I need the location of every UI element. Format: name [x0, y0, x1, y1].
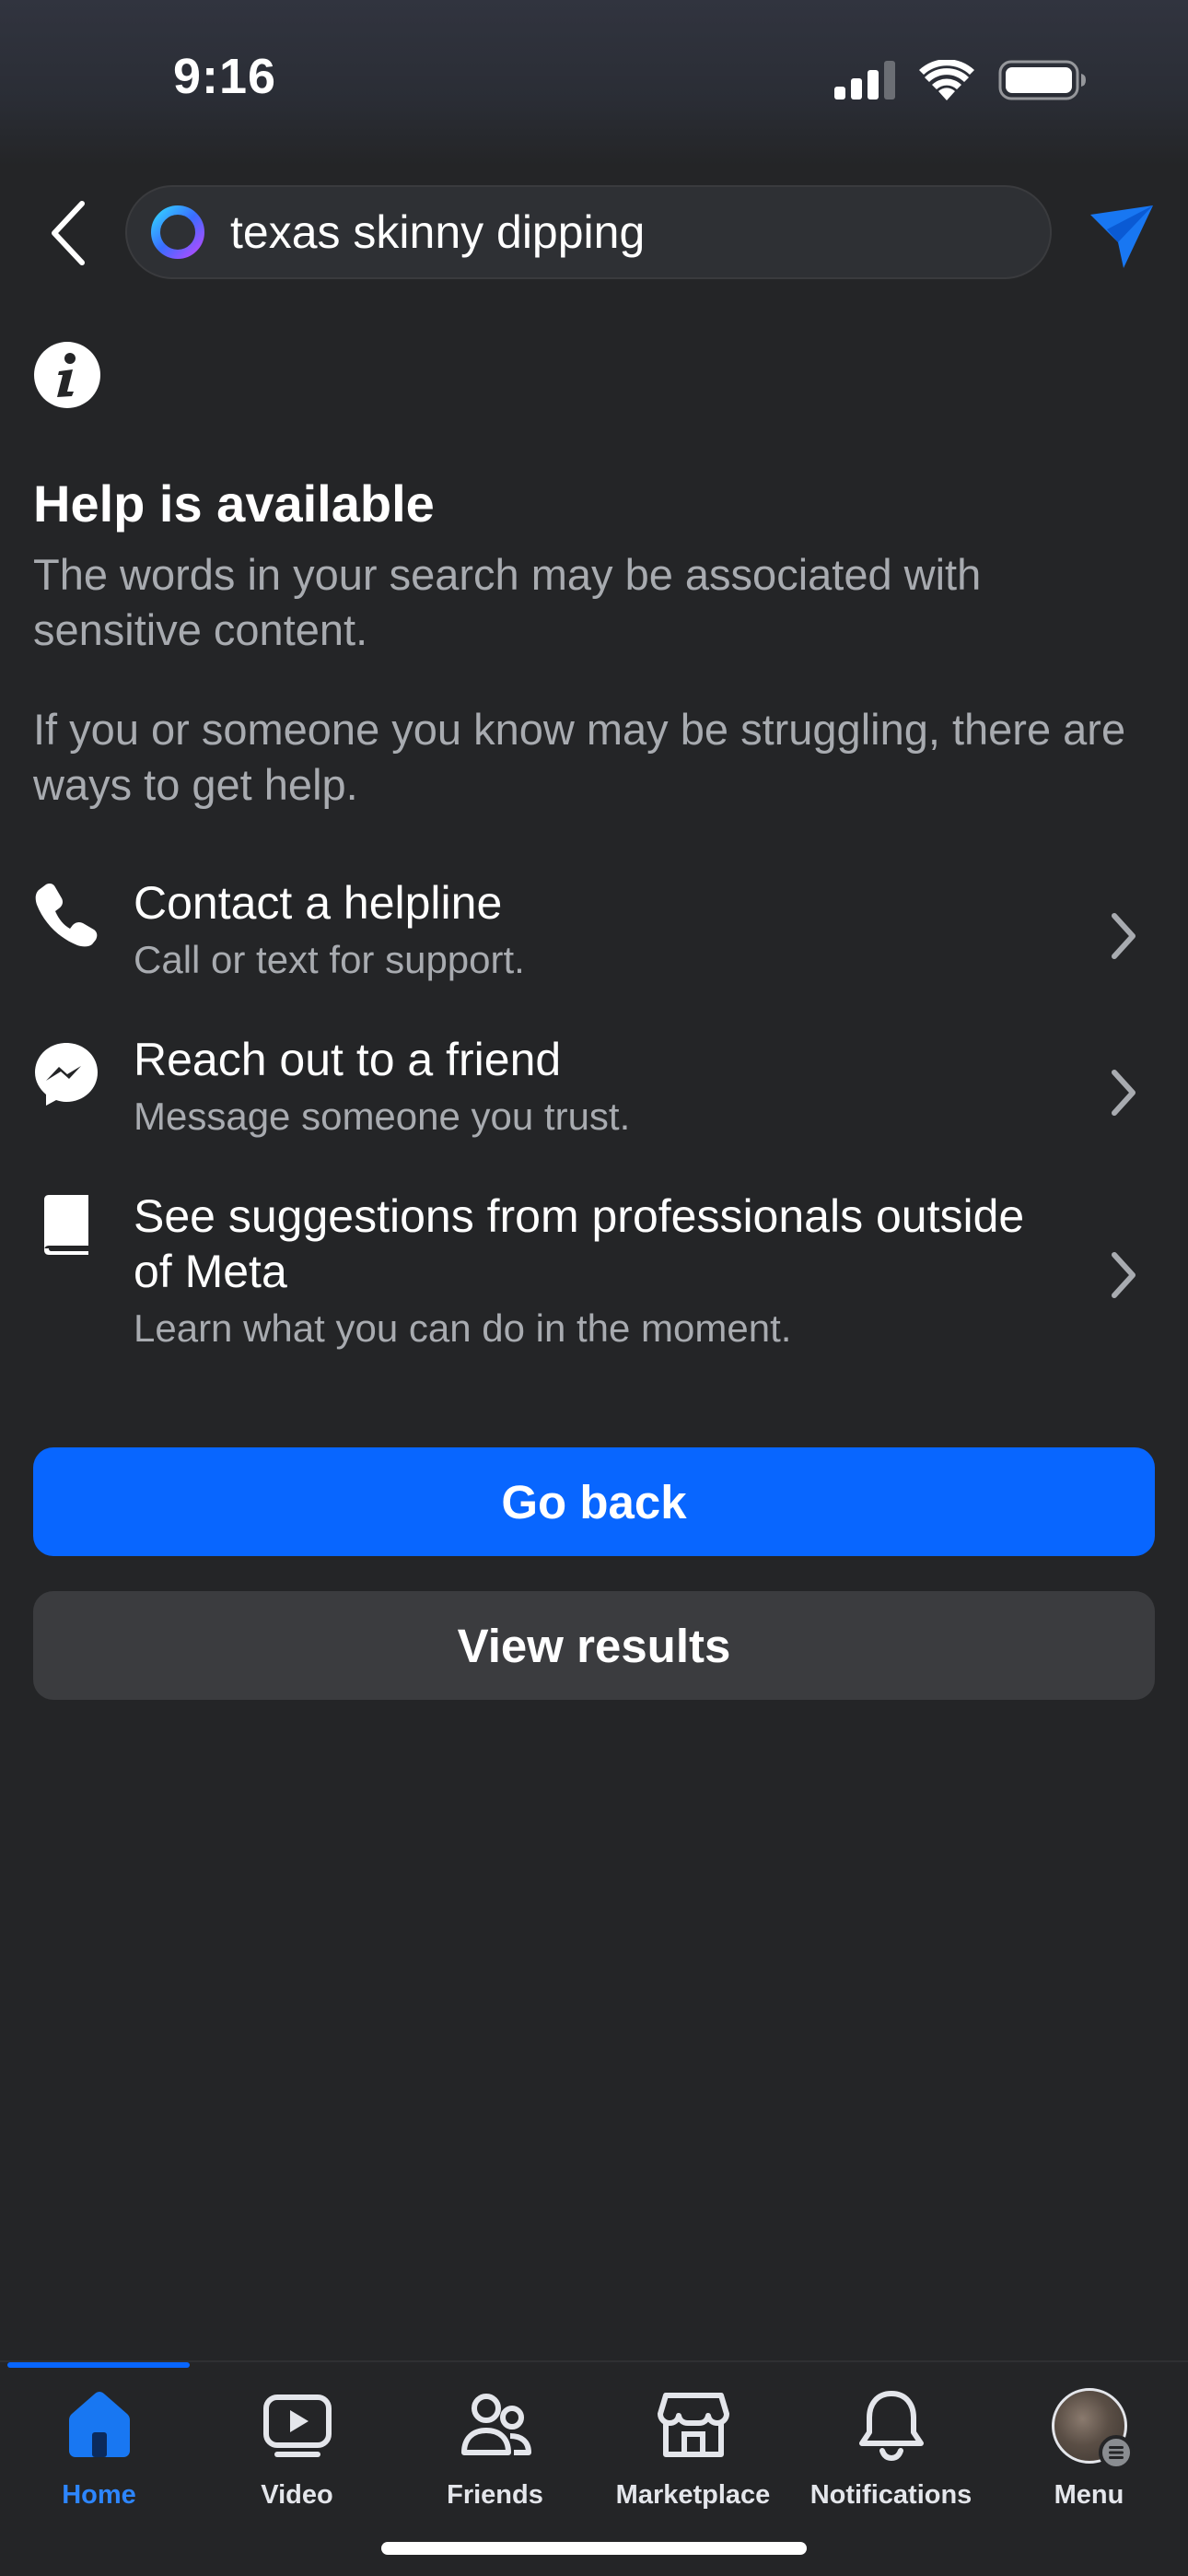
active-tab-indicator	[7, 2362, 190, 2368]
tab-video[interactable]: Video	[198, 2388, 396, 2526]
help-description-secondary: If you or someone you know may be strugg…	[33, 704, 1126, 809]
chevron-right-icon	[1112, 913, 1136, 959]
option-subtitle: Learn what you can do in the moment.	[134, 1306, 792, 1350]
avatar	[1051, 2388, 1134, 2470]
tab-home[interactable]: Home	[0, 2388, 198, 2526]
tab-label: Home	[62, 2480, 136, 2510]
option-contact-helpline[interactable]: Contact a helpline Call or text for supp…	[0, 875, 1188, 995]
help-content: Help is available The words in your sear…	[33, 341, 1157, 813]
video-icon	[262, 2395, 332, 2457]
phone-icon	[35, 884, 98, 947]
meta-ai-icon	[151, 205, 204, 259]
help-title: Help is available	[33, 474, 435, 533]
tab-label: Video	[261, 2480, 333, 2510]
send-icon[interactable]	[1087, 202, 1157, 272]
go-back-button[interactable]: Go back	[33, 1447, 1155, 1556]
bell-icon	[858, 2391, 924, 2462]
tab-menu[interactable]: Menu	[990, 2388, 1188, 2526]
tab-label: Notifications	[809, 2480, 973, 2510]
option-professional-suggestions[interactable]: See suggestions from professionals outsi…	[0, 1188, 1188, 1364]
search-header: texas skinny dipping	[0, 180, 1188, 290]
home-indicator	[381, 2542, 807, 2555]
tab-friends[interactable]: Friends	[396, 2388, 594, 2526]
messenger-icon	[35, 1043, 98, 1106]
back-button[interactable]	[35, 196, 99, 270]
option-title: Reach out to a friend	[134, 1034, 562, 1085]
option-subtitle: Message someone you trust.	[134, 1095, 631, 1138]
help-description: The words in your search may be associat…	[33, 549, 982, 654]
view-results-button[interactable]: View results	[33, 1591, 1155, 1700]
wifi-icon	[919, 60, 974, 100]
friends-icon	[460, 2394, 531, 2455]
battery-icon	[998, 60, 1086, 100]
status-time: 9:16	[173, 49, 277, 104]
marketplace-icon	[657, 2393, 729, 2457]
tab-label: Marketplace	[615, 2480, 771, 2510]
tab-notifications[interactable]: Notifications	[792, 2388, 990, 2526]
chevron-right-icon	[1112, 1070, 1136, 1116]
chevron-left-icon	[52, 201, 85, 265]
tab-label: Friends	[447, 2480, 543, 2510]
signal-icon	[834, 61, 895, 100]
book-icon	[44, 1195, 88, 1255]
option-reach-out-friend[interactable]: Reach out to a friend Message someone yo…	[0, 1032, 1188, 1152]
option-title: Contact a helpline	[134, 877, 503, 929]
tab-label: Menu	[1054, 2480, 1124, 2510]
menu-badge-icon	[1098, 2435, 1134, 2470]
option-title: See suggestions from professionals outsi…	[134, 1190, 1025, 1297]
info-icon	[34, 342, 100, 408]
chevron-right-icon	[1112, 1252, 1136, 1298]
home-icon	[68, 2392, 130, 2457]
search-input[interactable]: texas skinny dipping	[125, 185, 1052, 279]
status-icons	[834, 57, 1087, 103]
search-query: texas skinny dipping	[230, 206, 646, 258]
tab-marketplace[interactable]: Marketplace	[594, 2388, 792, 2526]
option-subtitle: Call or text for support.	[134, 938, 525, 981]
status-bar: 9:16	[0, 0, 1188, 166]
